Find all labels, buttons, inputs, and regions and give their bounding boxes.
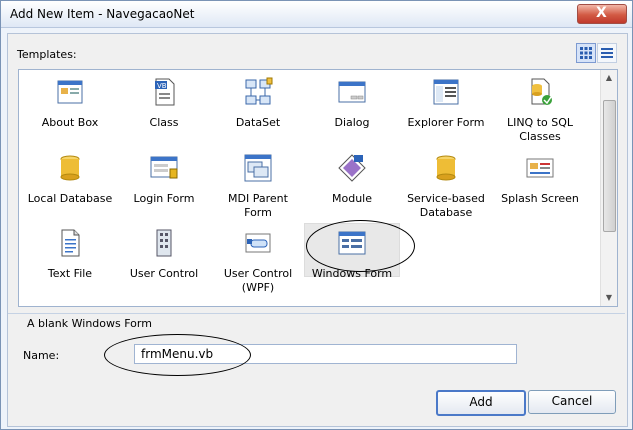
template-item-login-form[interactable]: Login Form xyxy=(120,152,208,206)
user-control-icon xyxy=(156,229,172,257)
class-icon: VB xyxy=(155,78,175,106)
splash-screen-icon xyxy=(526,158,554,178)
template-item-dialog[interactable]: Dialog xyxy=(308,76,396,130)
template-label: Dialog xyxy=(334,116,370,129)
list-view-button[interactable] xyxy=(597,43,617,63)
text-file-icon xyxy=(61,229,80,257)
window-title: Add New Item - NavegacaoNet xyxy=(10,7,195,21)
scroll-down-icon[interactable]: ▼ xyxy=(604,293,614,303)
template-item-explorer-form[interactable]: Explorer Form xyxy=(402,76,490,130)
highlight-ellipse-name xyxy=(104,334,251,376)
large-icons-icon xyxy=(580,47,592,59)
template-label: Local Database xyxy=(27,192,113,205)
template-item-local-database[interactable]: Local Database xyxy=(26,152,114,206)
templates-label: Templates: xyxy=(17,48,77,61)
login-form-icon xyxy=(150,156,178,179)
template-label: Login Form xyxy=(133,192,195,205)
template-label: About Box xyxy=(41,116,99,129)
template-item-linq-to-sql[interactable]: LINQ to SQL Classes xyxy=(496,76,584,144)
scrollbar-thumb[interactable] xyxy=(603,100,616,232)
linq-to-sql-icon xyxy=(531,78,552,105)
template-label: Module xyxy=(332,192,372,205)
database-icon xyxy=(60,155,80,181)
template-label: Class xyxy=(149,116,179,129)
divider xyxy=(8,313,625,314)
large-icons-view-button[interactable] xyxy=(576,43,596,63)
dialog-icon xyxy=(338,81,366,103)
module-icon xyxy=(338,154,366,182)
template-item-user-control-wpf[interactable]: User Control (WPF) xyxy=(214,227,302,295)
template-label: DataSet xyxy=(235,116,281,129)
list-view-icon xyxy=(601,48,613,58)
template-item-class[interactable]: VB Class xyxy=(120,76,208,130)
close-button[interactable]: X xyxy=(577,4,627,24)
template-item-about-box[interactable]: About Box xyxy=(26,76,114,130)
wpf-user-control-icon xyxy=(245,233,271,253)
about-box-icon xyxy=(57,80,83,104)
template-item-dataset[interactable]: DataSet xyxy=(214,76,302,130)
add-new-item-dialog: Add New Item - NavegacaoNet X Templates:… xyxy=(0,0,633,430)
template-item-user-control[interactable]: User Control xyxy=(120,227,208,281)
template-item-module[interactable]: Module xyxy=(308,152,396,206)
highlight-ellipse-windows-form xyxy=(306,220,415,272)
template-label: Explorer Form xyxy=(407,116,485,129)
template-description: A blank Windows Form xyxy=(27,317,152,330)
template-label: Service-based Database xyxy=(407,192,485,219)
template-label: LINQ to SQL Classes xyxy=(506,116,574,143)
add-button[interactable]: Add xyxy=(436,390,526,416)
close-icon: X xyxy=(596,5,607,21)
template-label: User Control xyxy=(129,267,199,280)
template-label: MDI Parent Form xyxy=(228,192,288,219)
explorer-form-icon xyxy=(433,79,459,105)
template-item-service-based-database[interactable]: Service-based Database xyxy=(402,152,490,220)
mdi-parent-form-icon xyxy=(244,154,272,182)
template-label: User Control (WPF) xyxy=(223,267,293,294)
template-label: Splash Screen xyxy=(501,192,579,205)
dataset-icon xyxy=(245,77,273,105)
service-database-icon xyxy=(436,155,456,181)
template-label: Text File xyxy=(47,267,93,280)
name-label: Name: xyxy=(23,349,60,362)
title-bar: Add New Item - NavegacaoNet X xyxy=(1,1,632,28)
templates-list[interactable]: About Box VB Class DataSet Dialog Explor… xyxy=(18,69,618,307)
scroll-up-icon[interactable]: ▲ xyxy=(604,73,614,83)
vertical-scrollbar[interactable]: ▲ ▼ xyxy=(600,70,617,306)
template-item-mdi-parent-form[interactable]: MDI Parent Form xyxy=(214,152,302,220)
template-item-text-file[interactable]: Text File xyxy=(26,227,114,281)
svg-text:VB: VB xyxy=(157,82,167,90)
template-item-splash-screen[interactable]: Splash Screen xyxy=(496,152,584,206)
cancel-button[interactable]: Cancel xyxy=(528,390,616,414)
